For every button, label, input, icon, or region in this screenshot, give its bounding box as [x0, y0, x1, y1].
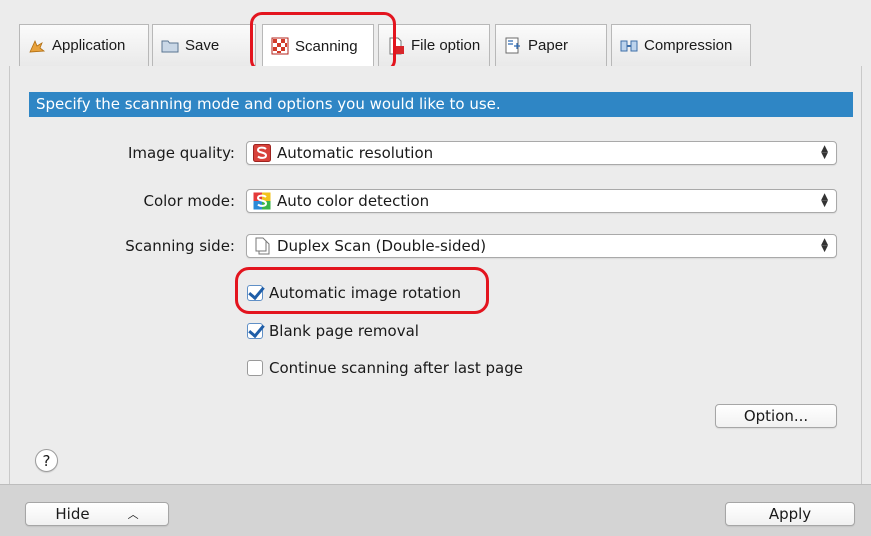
blank-removal-checkbox[interactable] [247, 323, 263, 339]
scanning-side-label: Scanning side: [125, 237, 235, 255]
tab-compression[interactable]: Compression [611, 24, 751, 66]
tab-scanning[interactable]: Scanning [262, 24, 374, 67]
chevron-up-icon: ︿ [127, 508, 139, 521]
tab-save-label: Save [185, 37, 220, 54]
image-quality-label: Image quality: [127, 144, 235, 162]
scanning-side-value: Duplex Scan (Double-sided) [277, 237, 487, 255]
color-mode-label: Color mode: [143, 192, 235, 210]
scanning-icon [271, 37, 289, 55]
option-button[interactable]: Option... [715, 404, 837, 428]
paper-icon [504, 37, 522, 55]
blank-removal-option[interactable]: Blank page removal [247, 322, 419, 340]
scanning-side-popup[interactable]: Duplex Scan (Double-sided) ▲ ▼ [246, 234, 837, 258]
tab-paper[interactable]: Paper [495, 24, 607, 66]
continue-scanning-label: Continue scanning after last page [269, 359, 523, 377]
window-top-strip [0, 0, 871, 24]
image-quality-value: Automatic resolution [277, 144, 434, 162]
tab-file-option[interactable]: File option [378, 24, 490, 66]
footer-bar: Hide ︿ Apply [0, 484, 871, 536]
instruction-banner: Specify the scanning mode and options yo… [29, 92, 853, 117]
auto-resolution-icon [253, 144, 271, 162]
tab-paper-label: Paper [528, 37, 569, 54]
auto-rotation-label: Automatic image rotation [269, 284, 462, 302]
popup-arrows-icon: ▲ ▼ [821, 144, 828, 161]
color-mode-value: Auto color detection [277, 192, 430, 210]
tab-file-option-label: File option [411, 37, 481, 54]
hide-button[interactable]: Hide ︿ [25, 502, 169, 526]
continue-scanning-option[interactable]: Continue scanning after last page [247, 359, 523, 377]
image-quality-popup[interactable]: Automatic resolution ▲ ▼ [246, 141, 837, 165]
popup-arrows-icon: ▲ ▼ [821, 192, 828, 209]
tab-save[interactable]: Save [152, 24, 256, 66]
hide-button-label: Hide [55, 505, 90, 523]
auto-rotation-checkbox[interactable] [247, 285, 263, 301]
file-option-icon [387, 37, 405, 55]
tab-compression-label: Compression [644, 37, 733, 54]
scan-settings-window: Application Save Scanning File option Pa… [0, 0, 871, 536]
blank-removal-label: Blank page removal [269, 322, 419, 340]
duplex-page-icon [253, 237, 271, 255]
popup-arrows-icon: ▲ ▼ [821, 237, 828, 254]
tab-application-label: Application [52, 37, 126, 54]
tab-bar: Application Save Scanning File option Pa… [0, 24, 871, 67]
auto-color-icon [253, 192, 271, 210]
continue-scanning-checkbox[interactable] [247, 360, 263, 376]
color-mode-popup[interactable]: Auto color detection ▲ ▼ [246, 189, 837, 213]
tab-application[interactable]: Application [19, 24, 149, 66]
folder-icon [161, 37, 179, 55]
help-button[interactable]: ? [35, 449, 58, 472]
compression-icon [620, 37, 638, 55]
application-icon [28, 37, 46, 55]
tab-scanning-label: Scanning [295, 37, 358, 55]
auto-rotation-option[interactable]: Automatic image rotation [247, 284, 461, 302]
apply-button[interactable]: Apply [725, 502, 855, 526]
